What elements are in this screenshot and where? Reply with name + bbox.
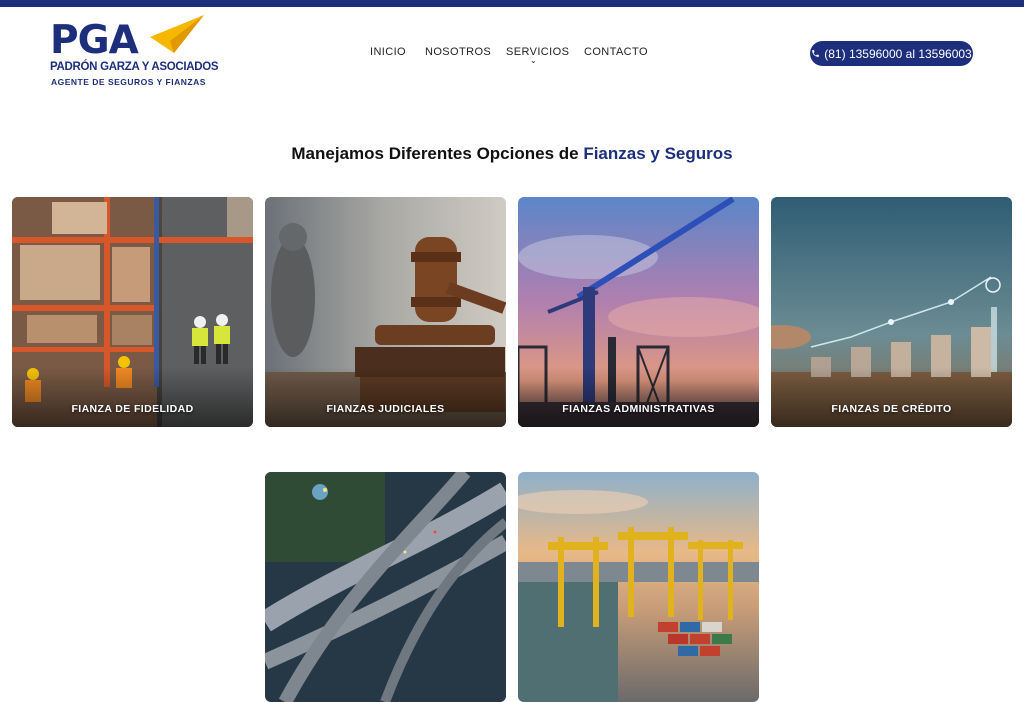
card-overlay [518, 367, 759, 427]
section-title-prefix: Manejamos Diferentes Opciones de [291, 144, 579, 163]
section-title-accent: Fianzas y Seguros [583, 144, 733, 163]
phone-number: (81) 13596000 al 13596003 [824, 46, 972, 61]
nav-contacto[interactable]: CONTACTO [584, 46, 648, 58]
phone-icon [812, 50, 820, 57]
card-fianzas-administrativas[interactable]: FIANZAS ADMINISTRATIVAS [518, 197, 759, 427]
nav-nosotros[interactable]: NOSOTROS [425, 46, 491, 58]
highway-photo [265, 472, 506, 702]
card-fianzas-judiciales[interactable]: FIANZAS JUDICIALES [265, 197, 506, 427]
section-title: Manejamos Diferentes Opciones de Fianzas… [0, 144, 1024, 164]
card-label: FIANZAS ADMINISTRATIVAS [562, 403, 715, 415]
site-header: PGA PADRÓN GARZA Y ASOCIADOS AGENTE DE S… [0, 7, 1024, 87]
card-overlay [265, 367, 506, 427]
top-accent-bar [0, 0, 1024, 7]
port-cranes-photo [518, 472, 759, 702]
card-overlay [771, 367, 1012, 427]
card-overlay [12, 367, 253, 427]
company-logo[interactable]: PGA PADRÓN GARZA Y ASOCIADOS AGENTE DE S… [50, 15, 219, 87]
logo-company-name: PADRÓN GARZA Y ASOCIADOS [50, 61, 219, 73]
nav-servicios[interactable]: SERVICIOS ⌄ [506, 46, 570, 65]
paper-plane-icon [150, 15, 204, 53]
logo-tagline: AGENTE DE SEGUROS Y FIANZAS [51, 77, 206, 87]
phone-button[interactable]: (81) 13596000 al 13596003 [810, 41, 973, 66]
card-highway[interactable] [265, 472, 506, 702]
card-label: FIANZAS DE CRÉDITO [831, 403, 952, 415]
card-label: FIANZAS JUDICIALES [326, 403, 445, 415]
card-fianza-fidelidad[interactable]: FIANZA DE FIDELIDAD [12, 197, 253, 427]
nav-servicios-label: SERVICIOS [506, 46, 570, 58]
card-label: FIANZA DE FIDELIDAD [71, 403, 194, 415]
nav-inicio[interactable]: INICIO [370, 46, 406, 58]
card-port[interactable] [518, 472, 759, 702]
card-fianzas-credito[interactable]: FIANZAS DE CRÉDITO [771, 197, 1012, 427]
chevron-down-icon: ⌄ [530, 56, 538, 65]
logo-mark: PGA [50, 18, 139, 63]
